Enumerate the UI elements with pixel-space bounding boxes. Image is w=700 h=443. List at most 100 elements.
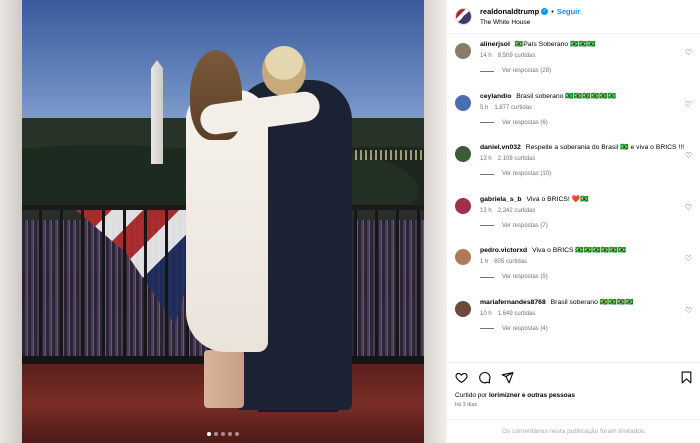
replies-divider (480, 276, 494, 278)
view-replies-label[interactable]: Ver respostas (10) (502, 171, 551, 177)
commenter-avatar[interactable] (455, 146, 471, 162)
photo-column-left (0, 0, 22, 443)
commenter-username[interactable]: gabriela_s_b (480, 196, 522, 203)
comment-like-heart-icon[interactable]: ♡ (685, 306, 692, 315)
view-replies-label[interactable]: Ver respostas (28) (502, 68, 551, 74)
commenter-avatar[interactable] (455, 197, 471, 214)
comment-meta: 14 h 8.509 curtidas (480, 53, 688, 59)
liked-by-prefix: Curtido por (455, 392, 488, 399)
comment-meta: 13 h 2.108 curtidas (480, 156, 688, 162)
comment-like-heart-icon[interactable]: ♡ (685, 203, 692, 212)
view-replies-button[interactable]: Ver respostas (10) (480, 171, 688, 177)
replies-divider (480, 122, 494, 123)
comment-text-line: ceylandio Brasil soberano 🇧🇷🇧🇷🇧🇷🇧🇷🇧🇷🇧🇷 (480, 92, 688, 101)
commenter-username[interactable]: ceylandio (480, 93, 511, 100)
replies-divider (480, 173, 494, 175)
author-avatar[interactable] (455, 8, 472, 25)
photo-column-right (424, 0, 446, 443)
send-icon[interactable] (501, 371, 514, 384)
comment-text: Viva o BRICS 🇧🇷🇧🇷🇧🇷🇧🇷🇧🇷🇧🇷 (532, 247, 627, 254)
replies-divider (480, 70, 494, 72)
author-info: realdonaldtrump ✓ • Seguir The White Hou… (480, 6, 580, 28)
comment-text: Respeite a soberania do Brasil 🇧🇷 e viva… (525, 144, 685, 151)
view-replies-button[interactable]: Ver respostas (6) (480, 120, 688, 126)
comment-like-heart-icon[interactable]: ♡ (685, 48, 692, 57)
view-replies-button[interactable]: Ver respostas (28) (480, 68, 688, 74)
comments-list[interactable]: alinerjsoI 🇧🇷País Soberano 🇧🇷🇧🇷🇧🇷 14 h 8… (447, 34, 700, 360)
view-replies-button[interactable]: Ver respostas (7) (480, 223, 688, 229)
comment-text: 🇧🇷País Soberano 🇧🇷🇧🇷🇧🇷 (514, 41, 596, 48)
comment-likes[interactable]: 8.509 curtidas (498, 53, 536, 59)
comment-body: ceylandio Brasil soberano 🇧🇷🇧🇷🇧🇷🇧🇷🇧🇷🇧🇷 5… (480, 92, 688, 144)
comment-text-line: daniel.vn032 Respeite a soberania do Bra… (480, 143, 688, 152)
comment-time[interactable]: 14 h (480, 53, 492, 59)
commenter-username[interactable]: mariafernandes8768 (480, 299, 546, 306)
heart-outline-icon[interactable] (455, 371, 468, 384)
comment-item: mariafernandes8768 Brasil soberano 🇧🇷🇧🇷🇧… (455, 298, 692, 350)
comment-meta: 13 h 2.242 curtidas (480, 208, 688, 214)
comment-body: mariafernandes8768 Brasil soberano 🇧🇷🇧🇷🇧… (480, 298, 688, 350)
comment-item: alinerjsoI 🇧🇷País Soberano 🇧🇷🇧🇷🇧🇷 14 h 8… (455, 40, 692, 92)
comment-meta: 5 h 1.877 curtidas (480, 105, 688, 111)
post-side-panel: realdonaldtrump ✓ • Seguir The White Hou… (446, 0, 700, 443)
comment-like-heart-icon[interactable]: ♡ (685, 254, 692, 263)
commenter-avatar[interactable] (455, 94, 471, 111)
comment-text: Brasil soberano 🇧🇷🇧🇷🇧🇷🇧🇷🇧🇷🇧🇷 (516, 92, 617, 100)
comment-text-line: mariafernandes8768 Brasil soberano 🇧🇷🇧🇷🇧… (480, 298, 688, 307)
comment-time[interactable]: 5 h (480, 105, 488, 111)
bookmark-icon[interactable] (680, 371, 693, 384)
header-separator: • (551, 6, 554, 16)
comment-time[interactable]: 13 h (480, 156, 492, 162)
commenter-avatar[interactable] (455, 43, 471, 59)
comment-item: daniel.vn032 Respeite a soberania do Bra… (455, 143, 692, 195)
photo-man-head (262, 46, 306, 96)
comment-body: gabriela_s_b Viva o BRICS! ❤️🇧🇷 13 h 2.2… (480, 195, 688, 247)
comment-like-heart-icon[interactable]: ♡ (685, 100, 692, 109)
comment-likes[interactable]: 1.649 curtidas (498, 311, 536, 317)
comment-text: Viva o BRICS! ❤️🇧🇷 (526, 195, 589, 203)
comment-body: daniel.vn032 Respeite a soberania do Bra… (480, 143, 688, 195)
comment-like-heart-icon[interactable]: ♡ (685, 151, 692, 160)
comment-likes[interactable]: 2.242 curtidas (498, 208, 536, 214)
comment-likes[interactable]: 2.108 curtidas (498, 156, 536, 162)
comment-body: alinerjsoI 🇧🇷País Soberano 🇧🇷🇧🇷🇧🇷 14 h 8… (480, 40, 688, 92)
post-timestamp[interactable]: há 3 dias (455, 402, 693, 408)
comment-time[interactable]: 13 h (480, 208, 492, 214)
comment-text-line: pedro.victorxd Viva o BRICS 🇧🇷🇧🇷🇧🇷🇧🇷🇧🇷🇧🇷 (480, 246, 688, 255)
comment-likes[interactable]: 1.877 curtidas (494, 105, 532, 111)
comment-meta: 10 h 1.649 curtidas (480, 311, 688, 317)
view-replies-button[interactable]: Ver respostas (4) (480, 326, 688, 332)
view-replies-button[interactable]: Ver respostas (5) (480, 274, 688, 280)
author-username[interactable]: realdonaldtrump (480, 6, 539, 17)
liked-by-suffix[interactable]: e outras pessoas (522, 392, 575, 399)
comment-item: gabriela_s_b Viva o BRICS! ❤️🇧🇷 13 h 2.2… (455, 195, 692, 247)
comment-icon[interactable] (478, 371, 491, 384)
carousel-dot (235, 432, 239, 436)
comment-time[interactable]: 10 h (480, 311, 492, 317)
post-photo[interactable] (0, 0, 446, 443)
carousel-dot (214, 432, 218, 436)
follow-button[interactable]: Seguir (557, 6, 580, 17)
replies-divider (480, 328, 494, 329)
commenter-avatar[interactable] (455, 249, 471, 265)
post-header: realdonaldtrump ✓ • Seguir The White Hou… (447, 0, 700, 34)
photo-woman-legs (204, 350, 244, 408)
commenter-avatar[interactable] (455, 300, 471, 317)
carousel-dot (221, 432, 225, 436)
commenter-username[interactable]: alinerjsoI (480, 41, 510, 48)
verified-badge-icon: ✓ (541, 7, 549, 15)
comment-time[interactable]: 1 h (480, 259, 488, 265)
view-replies-label[interactable]: Ver respostas (7) (502, 223, 548, 229)
comment-body: pedro.victorxd Viva o BRICS 🇧🇷🇧🇷🇧🇷🇧🇷🇧🇷🇧🇷… (480, 246, 688, 298)
carousel-dot (207, 432, 211, 436)
comment-likes[interactable]: 805 curtidas (494, 259, 527, 265)
commenter-username[interactable]: daniel.vn032 (480, 144, 521, 151)
action-bar (455, 369, 693, 385)
commenter-username[interactable]: pedro.victorxd (480, 247, 527, 254)
view-replies-label[interactable]: Ver respostas (6) (502, 120, 548, 126)
photo-city-lights (350, 150, 424, 160)
view-replies-label[interactable]: Ver respostas (5) (502, 274, 548, 280)
post-location[interactable]: The White House (480, 17, 580, 28)
liked-by-user[interactable]: lorimizner (489, 392, 520, 399)
view-replies-label[interactable]: Ver respostas (4) (502, 326, 548, 332)
